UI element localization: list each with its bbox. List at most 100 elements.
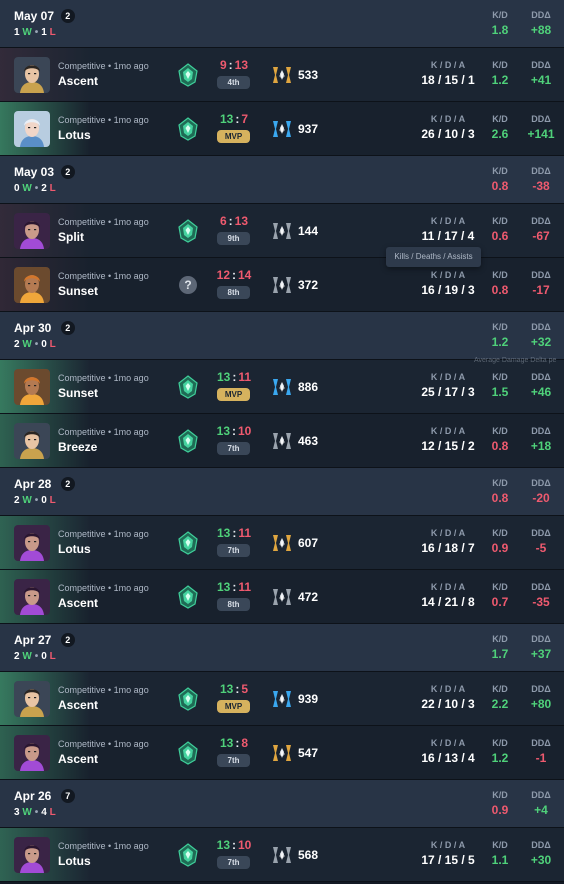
- day-dd-label: DDΔ: [531, 10, 551, 20]
- match-score: 13:8: [206, 736, 262, 750]
- score-separator: :: [232, 268, 236, 282]
- enemy-score: 11: [238, 580, 252, 594]
- agent-portrait: [14, 681, 50, 717]
- match-row[interactable]: Competitive • 1mo ago Ascent 13:8 7th 547 K…: [0, 726, 564, 780]
- match-row[interactable]: Competitive • 1mo ago Lotus 13:10 7th 568 K…: [0, 828, 564, 882]
- day-date: Apr 28: [14, 477, 52, 491]
- ascendant-rank-icon: [176, 429, 200, 453]
- enemy-score: 14: [238, 268, 252, 282]
- dd-label: DDΔ: [531, 60, 551, 70]
- match-row[interactable]: Competitive • 1mo ago Ascent 9:13 4th 533 K…: [0, 48, 564, 102]
- dd-label: DDΔ: [531, 216, 551, 226]
- team-score: 13: [216, 526, 231, 540]
- day-kd-label: K/D: [492, 166, 508, 176]
- enemy-score: 13: [234, 58, 249, 72]
- combat-score: 472: [298, 590, 319, 604]
- win-suffix: W: [19, 807, 32, 818]
- separator-dot: •: [34, 495, 39, 506]
- match-score: 9:13: [206, 58, 262, 72]
- mvp-badge: MVP: [217, 388, 250, 401]
- score-separator: :: [235, 112, 240, 126]
- day-kd-label: K/D: [492, 634, 508, 644]
- loss-suffix: L: [46, 495, 56, 506]
- day-win-loss: 0 W • 2 L: [14, 183, 56, 194]
- ascendant-rank-icon: [176, 531, 200, 555]
- match-mode-time: Competitive • 1mo ago: [58, 583, 149, 593]
- kd-value: 0.8: [491, 439, 509, 453]
- map-name: Lotus: [58, 128, 91, 142]
- day-dd-label: DDΔ: [531, 790, 551, 800]
- separator-dot: •: [34, 651, 39, 662]
- match-row[interactable]: Competitive • 1mo ago Ascent 13:11 8th 472…: [0, 570, 564, 624]
- ascendant-rank-icon: [176, 63, 200, 87]
- ascendant-rank-icon: [176, 117, 200, 141]
- ascendant-rank-icon: [176, 585, 200, 609]
- dd-value: +141: [527, 127, 555, 141]
- match-row[interactable]: Competitive • 1mo ago Lotus 13:11 7th 607 K…: [0, 516, 564, 570]
- day-win-loss: 2 W • 0 L: [14, 651, 56, 662]
- acs-blue-icon: [270, 375, 294, 399]
- kd-value: 1.1: [491, 853, 509, 867]
- agent-portrait: [14, 57, 50, 93]
- combat-score: 886: [298, 380, 319, 394]
- match-count-badge: 2: [60, 9, 75, 23]
- day-date: May 03: [14, 165, 55, 179]
- match-row[interactable]: Competitive • 1mo ago Lotus 13:7 MVP 937 K …: [0, 102, 564, 156]
- score-separator: :: [228, 214, 233, 228]
- team-score: 13: [219, 112, 234, 126]
- win-suffix: W: [19, 495, 32, 506]
- combat-score: 372: [298, 278, 319, 292]
- day-kd-value: 1.2: [491, 335, 509, 349]
- loss-suffix: L: [46, 339, 56, 350]
- dd-value: +46: [530, 385, 552, 399]
- acs-blue-icon: [270, 687, 294, 711]
- map-name: Ascent: [58, 698, 99, 712]
- map-name: Sunset: [58, 386, 99, 400]
- dd-label: DDΔ: [531, 582, 551, 592]
- agent-portrait: [14, 267, 50, 303]
- agent-portrait: [14, 735, 50, 771]
- placement-badge: 7th: [217, 754, 250, 767]
- dd-label: DDΔ: [531, 426, 551, 436]
- enemy-score: 13: [234, 214, 249, 228]
- kd-value: 0.6: [491, 229, 509, 243]
- ascendant-rank-icon: [176, 687, 200, 711]
- kd-label: K/D: [492, 582, 508, 592]
- match-history-list: May 07 2 1 W • 1 L K/D 1.8 DDΔ +88 Competitive •…: [0, 0, 564, 884]
- separator-dot: •: [34, 27, 39, 38]
- dd-label: DDΔ: [531, 738, 551, 748]
- match-count-badge: 7: [60, 789, 75, 803]
- kd-value: 1.5: [491, 385, 509, 399]
- win-suffix: W: [19, 339, 32, 350]
- acs-gold-icon: [270, 741, 294, 765]
- match-row[interactable]: Competitive • 1mo ago Ascent 13:5 MVP 939 K…: [0, 672, 564, 726]
- combat-score: 607: [298, 536, 319, 550]
- match-score: 13:7: [206, 112, 262, 126]
- map-name: Lotus: [58, 854, 91, 868]
- win-suffix: W: [19, 27, 32, 38]
- kd-label: K/D: [492, 114, 508, 124]
- match-score: 13:11: [206, 370, 262, 384]
- agent-portrait: [14, 837, 50, 873]
- dd-value: -1: [535, 751, 547, 765]
- acs-blue-icon: [270, 117, 294, 141]
- dd-label: DDΔ: [531, 114, 551, 124]
- day-dd-label: DDΔ: [531, 322, 551, 332]
- acs-silver-icon: [270, 843, 294, 867]
- team-score: 6: [219, 214, 227, 228]
- kd-label: K/D: [492, 270, 508, 280]
- match-row[interactable]: Competitive • 1mo ago Breeze 13:10 7th 463…: [0, 414, 564, 468]
- acs-gold-icon: [270, 63, 294, 87]
- acs-silver-icon: [270, 429, 294, 453]
- match-score: 13:5: [206, 682, 262, 696]
- team-score: 12: [216, 268, 230, 282]
- separator-dot: •: [34, 339, 39, 350]
- dd-value: +41: [530, 73, 552, 87]
- team-score: 9: [219, 58, 227, 72]
- kd-value: 0.8: [491, 283, 509, 297]
- score-separator: :: [232, 526, 237, 540]
- day-dd-label: DDΔ: [531, 634, 551, 644]
- win-suffix: W: [19, 651, 32, 662]
- day-kd-value: 1.8: [491, 23, 509, 37]
- match-score: 13:11: [206, 526, 262, 540]
